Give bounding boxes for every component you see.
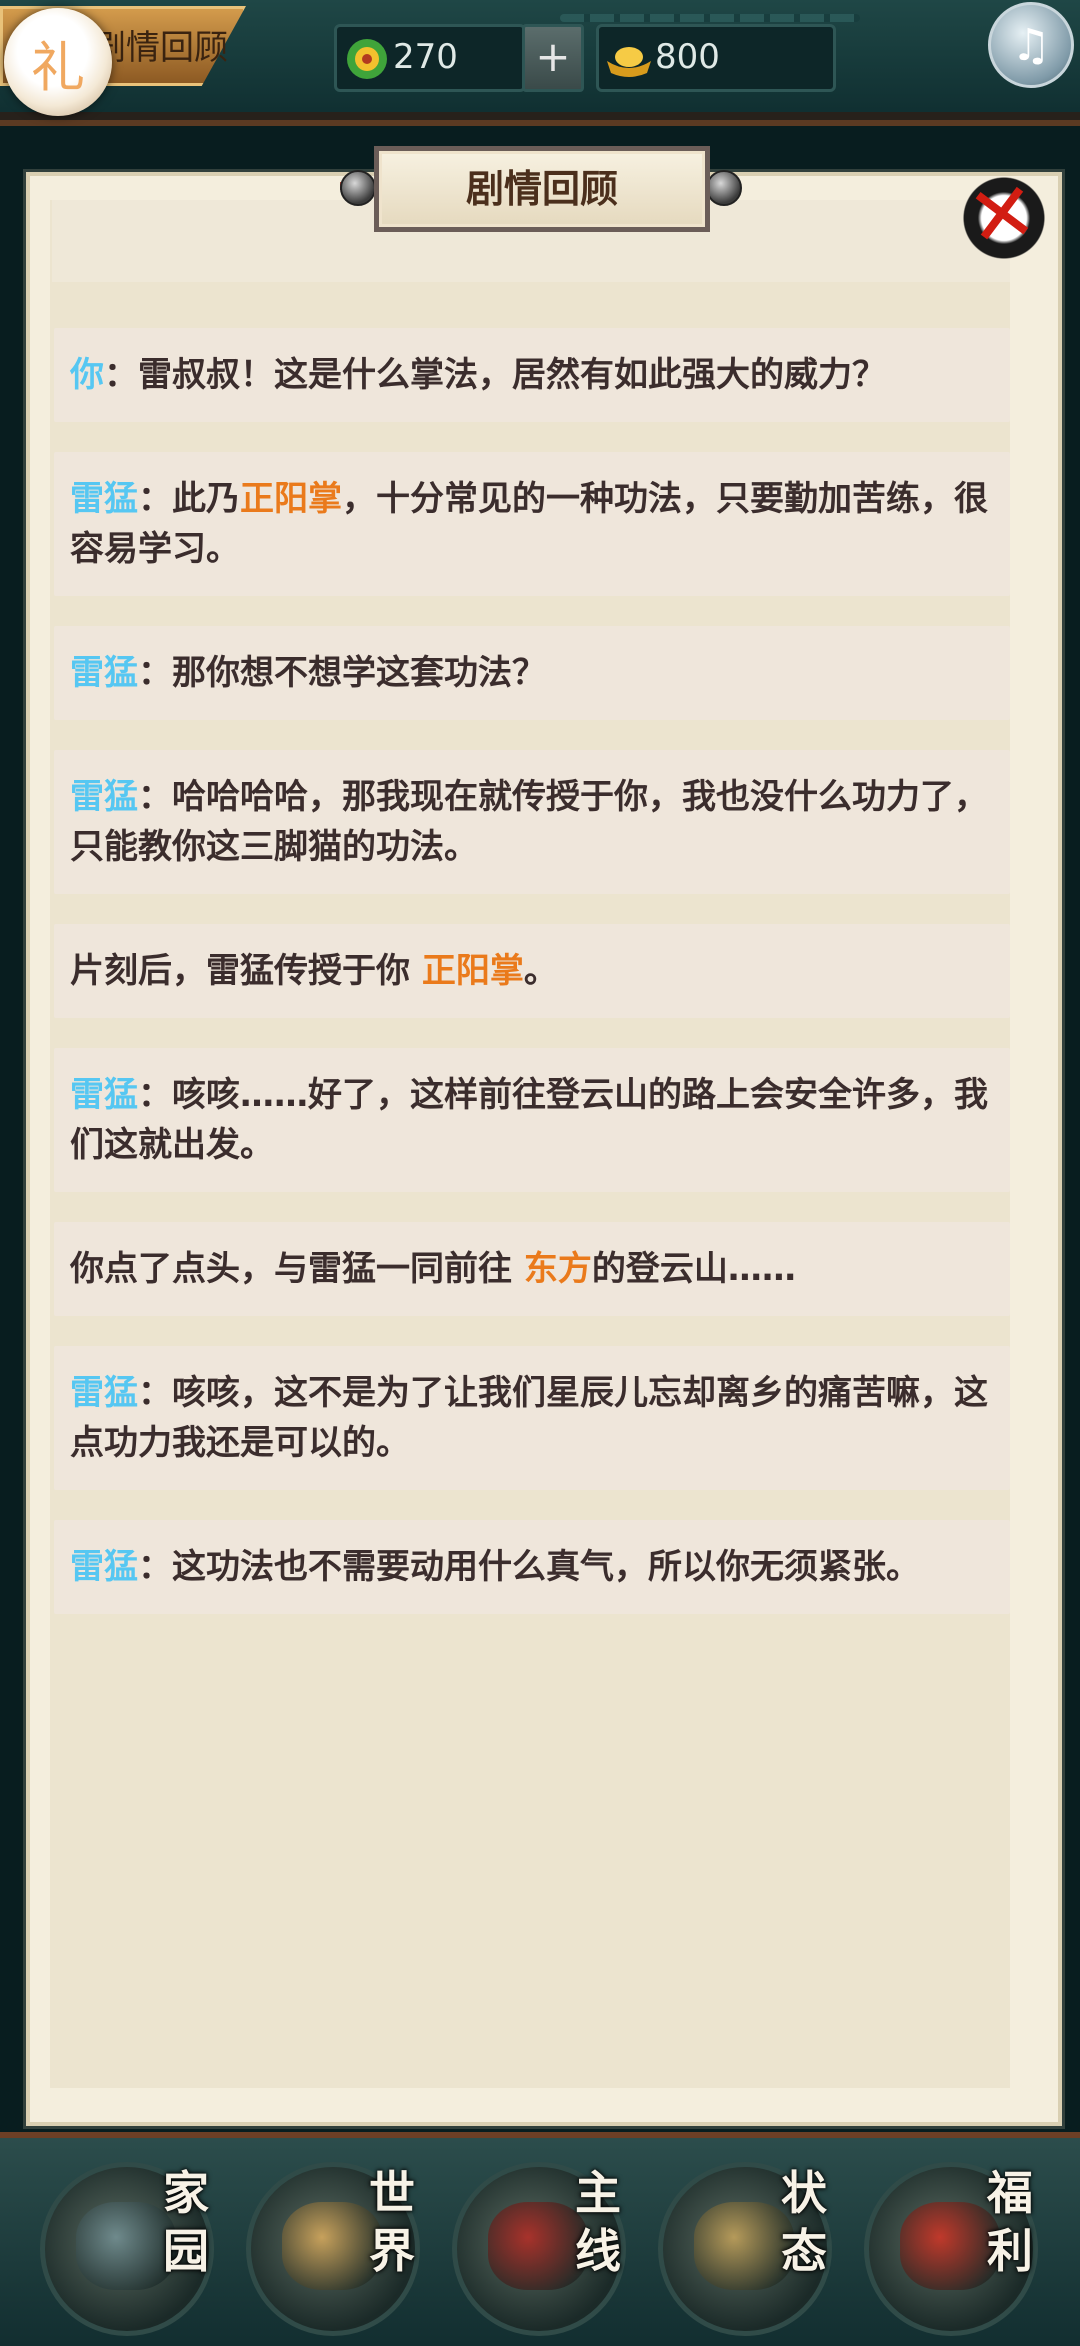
gold-value: 800 bbox=[655, 37, 720, 77]
nav-item-status-scroll[interactable]: 状态 bbox=[658, 2150, 836, 2336]
nav-label: 状态 bbox=[781, 2166, 827, 2278]
speaker-name: 雷猛 bbox=[70, 479, 138, 519]
dialogue-text: 的登云山…… bbox=[591, 1249, 796, 1289]
nav-label: 福利 bbox=[987, 2166, 1033, 2278]
dialogue-text: ：这功法也不需要动用什么真气，所以你无须紧张。 bbox=[138, 1547, 920, 1587]
title-tab-text: 剧情回顾 bbox=[92, 28, 228, 68]
gold-currency: 800 bbox=[596, 24, 836, 92]
highlighted-term: 正阳掌 bbox=[240, 479, 342, 519]
panel-title: 剧情回顾 bbox=[374, 146, 710, 232]
nav-label: 家园 bbox=[163, 2166, 209, 2278]
close-x-icon: ✕ bbox=[961, 163, 1043, 268]
dialogue-text: ：此乃 bbox=[138, 479, 240, 519]
nav-label: 世界 bbox=[369, 2166, 415, 2278]
dialogue-entry: 你点了点头，与雷猛一同前往 东方的登云山…… bbox=[54, 1222, 1010, 1316]
dialogue-text: 片刻后，雷猛传授于你 bbox=[70, 951, 422, 991]
dialogue-entry: 雷猛：那你想不想学这套功法？ bbox=[54, 626, 1010, 720]
nav-item-homestead[interactable]: 家园 bbox=[40, 2150, 218, 2336]
gift-icon: 礼 bbox=[31, 35, 85, 99]
nav-item-main-quest[interactable]: 主线 bbox=[452, 2150, 630, 2336]
speaker-name: 雷猛 bbox=[70, 1373, 138, 1413]
speaker-name: 雷猛 bbox=[70, 1075, 138, 1115]
music-button[interactable]: ♫ bbox=[988, 2, 1074, 88]
dialogue-entry: 你：雷叔叔！这是什么掌法，居然有如此强大的威力？ bbox=[54, 328, 1010, 422]
dialogue-entry: 雷猛：哈哈哈哈，那我现在就传授于你，我也没什么功力了，只能教你这三脚猫的功法。 bbox=[54, 750, 1010, 894]
speaker-name: 雷猛 bbox=[70, 777, 138, 817]
jade-value: 270 bbox=[393, 37, 458, 77]
panel-title-plaque: 剧情回顾 bbox=[340, 146, 742, 232]
highlighted-term: 东方 bbox=[523, 1249, 592, 1289]
dialogue-entry: 雷猛：咳咳，这不是为了让我们星辰儿忘却离乡的痛苦嘛，这点功力我还是可以的。 bbox=[54, 1346, 1010, 1490]
dialogue-text: 你点了点头，与雷猛一同前往 bbox=[70, 1249, 524, 1289]
dialogue-entry: 片刻后，雷猛传授于你 正阳掌。 bbox=[54, 924, 1010, 1018]
dialogue-text: 。 bbox=[523, 951, 558, 991]
gold-ingot-icon bbox=[607, 47, 651, 77]
dialogue-text: ：咳咳……好了，这样前往登云山的路上会安全许多，我们这就出发。 bbox=[70, 1075, 988, 1165]
top-ornament bbox=[560, 14, 860, 22]
dialogue-text: ：咳咳，这不是为了让我们星辰儿忘却离乡的痛苦嘛，这点功力我还是可以的。 bbox=[70, 1373, 988, 1463]
nav-item-welfare-gift[interactable]: 福利 bbox=[864, 2150, 1042, 2336]
highlighted-term: 正阳掌 bbox=[421, 951, 524, 991]
speaker-name: 你 bbox=[70, 355, 104, 395]
title-knob-left bbox=[340, 170, 376, 206]
close-button[interactable]: ✕ bbox=[960, 164, 1048, 267]
title-knob-right bbox=[706, 170, 742, 206]
dialogue-entry: 雷猛：咳咳……好了，这样前往登云山的路上会安全许多，我们这就出发。 bbox=[54, 1048, 1010, 1192]
jade-currency: 270 bbox=[334, 24, 526, 92]
dialogue-text: ：雷叔叔！这是什么掌法，居然有如此强大的威力？ bbox=[104, 355, 886, 395]
dialogue-text: ：那你想不想学这套功法？ bbox=[138, 653, 546, 693]
gift-button[interactable]: 礼 bbox=[4, 8, 112, 116]
dialogue-list[interactable]: 你：雷叔叔！这是什么掌法，居然有如此强大的威力？ 雷猛：此乃正阳掌，十分常见的一种… bbox=[54, 328, 1010, 1644]
add-currency-button[interactable]: + bbox=[522, 24, 584, 92]
nav-item-world-map[interactable]: 世界 bbox=[246, 2150, 424, 2336]
speaker-name: 雷猛 bbox=[70, 653, 138, 693]
dialogue-entry: 雷猛：这功法也不需要动用什么真气，所以你无须紧张。 bbox=[54, 1520, 1010, 1614]
nav-label: 主线 bbox=[575, 2166, 621, 2278]
music-note-icon: ♫ bbox=[1011, 19, 1051, 71]
dialogue-text: ：哈哈哈哈，那我现在就传授于你，我也没什么功力了，只能教你这三脚猫的功法。 bbox=[70, 777, 988, 867]
jade-orb-icon bbox=[347, 39, 387, 79]
dialogue-entry: 雷猛：此乃正阳掌，十分常见的一种功法，只要勤加苦练，很容易学习。 bbox=[54, 452, 1010, 596]
speaker-name: 雷猛 bbox=[70, 1547, 138, 1587]
